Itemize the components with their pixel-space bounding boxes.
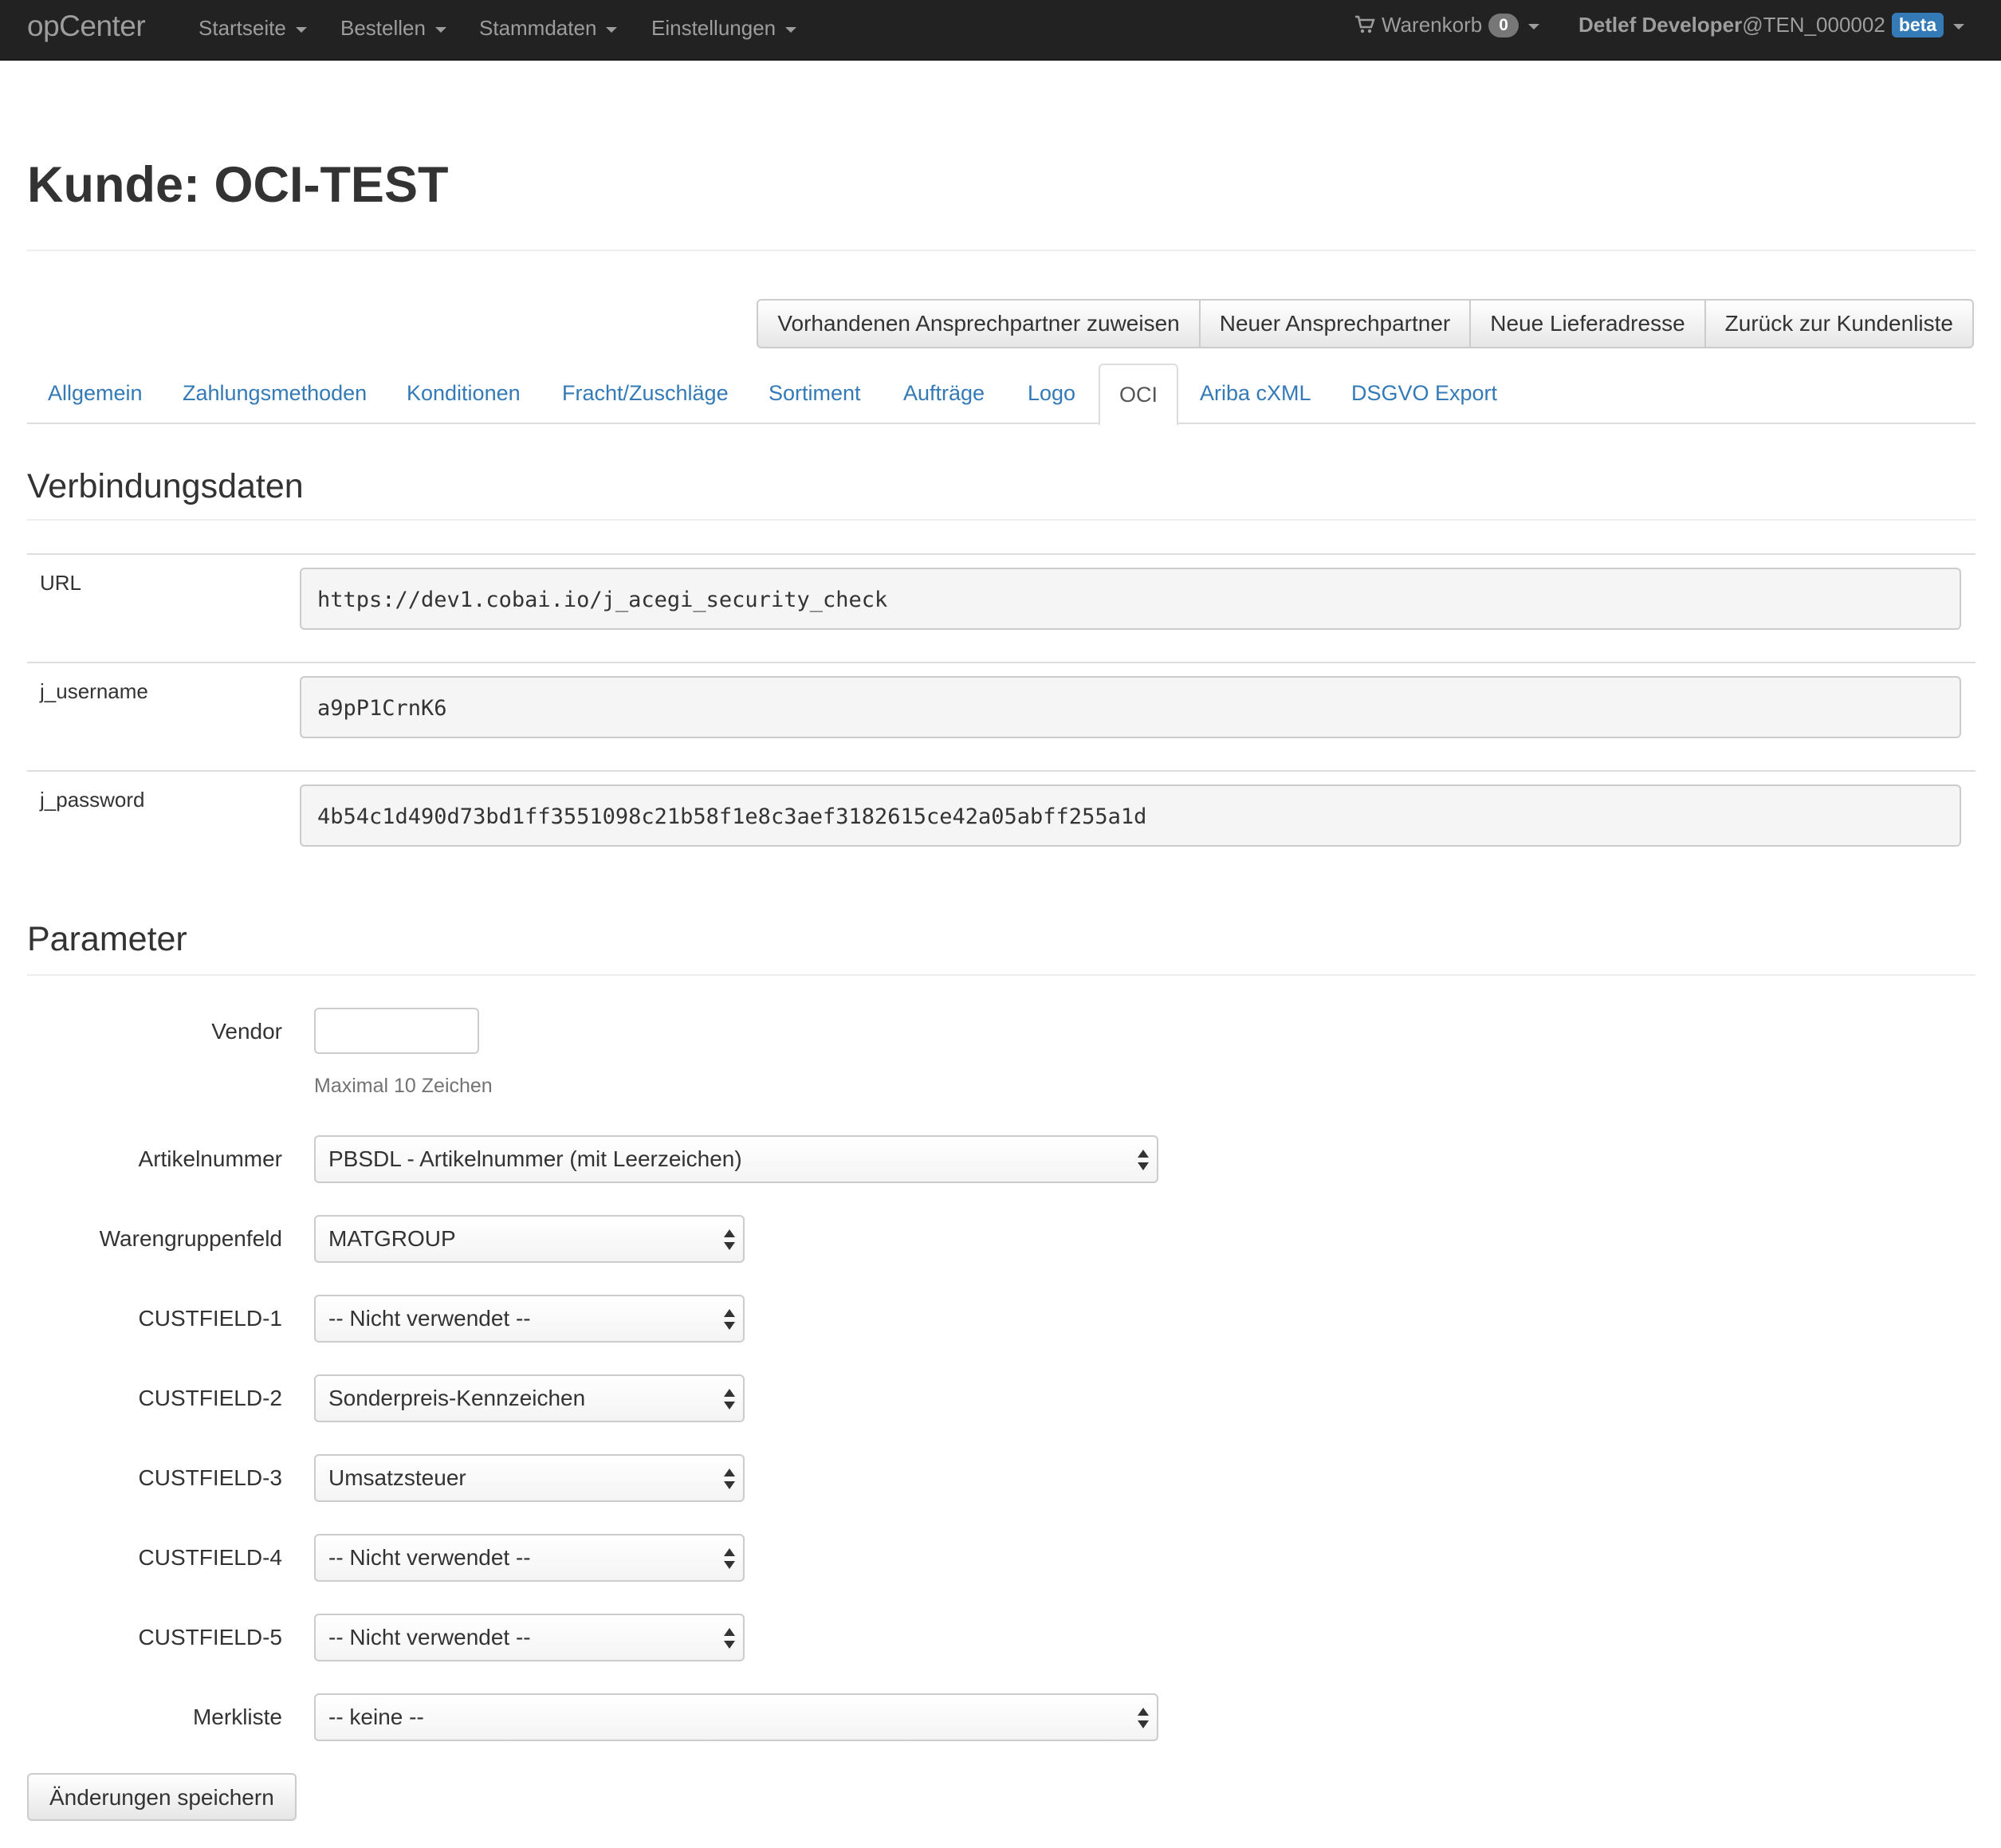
- chevron-down-icon: [434, 26, 446, 33]
- username-label: j_username: [40, 679, 148, 703]
- title-divider: [27, 250, 1975, 251]
- brand-logo[interactable]: opCenter: [27, 10, 146, 43]
- new-address-button[interactable]: Neue Lieferadresse: [1469, 301, 1704, 347]
- custfield-5-label: CUSTFIELD-5: [138, 1625, 282, 1649]
- tab-konditionen[interactable]: Konditionen: [407, 364, 521, 423]
- tab-logo[interactable]: Logo: [1028, 364, 1075, 423]
- tab-auftraege[interactable]: Aufträge: [903, 364, 985, 423]
- artikelnummer-label: Artikelnummer: [138, 1146, 282, 1171]
- custfield-1-label: CUSTFIELD-1: [138, 1306, 282, 1331]
- cart-menu[interactable]: Warenkorb 0: [1354, 13, 1539, 40]
- select-arrows-icon: [1138, 1706, 1149, 1730]
- custfield-4-label: CUSTFIELD-4: [138, 1545, 282, 1570]
- new-contact-button[interactable]: Neuer Ansprechpartner: [1198, 301, 1470, 347]
- parameters-heading: Parameter: [27, 920, 187, 958]
- nav-menu-label: Einstellungen: [651, 16, 776, 40]
- customer-tabs: Allgemein Zahlungsmethoden Konditionen F…: [27, 364, 1975, 426]
- select-arrows-icon: [724, 1228, 735, 1252]
- select-value: Sonderpreis-Kennzeichen: [328, 1386, 586, 1410]
- merkliste-select[interactable]: -- keine --: [314, 1693, 1158, 1741]
- custfield-2-select[interactable]: Sonderpreis-Kennzeichen: [314, 1374, 745, 1422]
- select-arrows-icon: [724, 1307, 735, 1331]
- custfield-1-select[interactable]: -- Nicht verwendet --: [314, 1295, 745, 1343]
- nav-menu-startseite[interactable]: Startseite: [199, 16, 307, 41]
- user-name: Detlef Developer: [1578, 13, 1743, 37]
- tab-dsgvo-export[interactable]: DSGVO Export: [1351, 364, 1497, 423]
- password-label: j_password: [40, 788, 145, 812]
- top-navbar: opCenter Startseite Bestellen Stammdaten…: [0, 0, 2001, 61]
- warengruppenfeld-label: Warengruppenfeld: [99, 1226, 282, 1251]
- custfield-3-select[interactable]: Umsatzsteuer: [314, 1454, 745, 1502]
- parameters-divider: [27, 974, 1975, 976]
- tab-oci[interactable]: OCI: [1099, 364, 1179, 426]
- select-arrows-icon: [1138, 1148, 1149, 1172]
- custfield-5-select[interactable]: -- Nicht verwendet --: [314, 1614, 745, 1661]
- connection-row-username: j_username a9pP1CrnK6: [27, 662, 1975, 770]
- chevron-down-icon: [1953, 23, 1965, 29]
- custfield-3-label: CUSTFIELD-3: [138, 1465, 282, 1490]
- nav-menu-label: Bestellen: [340, 16, 426, 40]
- nav-menu-label: Startseite: [199, 16, 286, 40]
- tab-fracht-zuschlaege[interactable]: Fracht/Zuschläge: [562, 364, 729, 423]
- vendor-label: Vendor: [211, 1019, 282, 1044]
- connection-heading: Verbindungsdaten: [27, 467, 304, 505]
- chevron-down-icon: [1527, 23, 1539, 29]
- artikelnummer-select[interactable]: PBSDL - Artikelnummer (mit Leerzeichen): [314, 1135, 1158, 1183]
- nav-menu-stammdaten[interactable]: Stammdaten: [479, 16, 618, 41]
- select-value: PBSDL - Artikelnummer (mit Leerzeichen): [328, 1146, 742, 1171]
- tab-ariba-cxml[interactable]: Ariba cXML: [1200, 364, 1311, 423]
- chevron-down-icon: [295, 26, 307, 33]
- tab-allgemein[interactable]: Allgemein: [48, 364, 143, 423]
- user-menu[interactable]: Detlef Developer@TEN_000002 beta: [1578, 13, 1965, 37]
- chevron-down-icon: [606, 26, 618, 33]
- vendor-help-text: Maximal 10 Zeichen: [314, 1075, 493, 1097]
- customer-action-buttons: Vorhandenen Ansprechpartner zuweisen Neu…: [757, 299, 1974, 348]
- custfield-2-label: CUSTFIELD-2: [138, 1386, 282, 1410]
- nav-menu-bestellen[interactable]: Bestellen: [340, 16, 446, 41]
- select-value: -- Nicht verwendet --: [328, 1306, 531, 1331]
- vendor-input[interactable]: [314, 1008, 479, 1054]
- select-value: -- keine --: [328, 1704, 424, 1729]
- connection-row-url: URL https://dev1.cobai.io/j_acegi_securi…: [27, 553, 1975, 662]
- select-arrows-icon: [724, 1387, 735, 1411]
- shopping-cart-icon: [1354, 15, 1375, 40]
- connection-divider: [27, 519, 1975, 521]
- cart-label: Warenkorb: [1382, 13, 1483, 37]
- select-value: -- Nicht verwendet --: [328, 1545, 531, 1570]
- username-field[interactable]: a9pP1CrnK6: [300, 676, 1961, 738]
- select-value: -- Nicht verwendet --: [328, 1625, 531, 1649]
- select-arrows-icon: [724, 1626, 735, 1650]
- select-arrows-icon: [724, 1547, 735, 1571]
- page-title: Kunde: OCI-TEST: [27, 157, 449, 213]
- user-tenant: @TEN_000002: [1742, 13, 1885, 37]
- url-label: URL: [40, 571, 82, 595]
- nav-menu-einstellungen[interactable]: Einstellungen: [651, 16, 797, 41]
- select-arrows-icon: [724, 1467, 735, 1491]
- assign-contact-button[interactable]: Vorhandenen Ansprechpartner zuweisen: [758, 301, 1198, 347]
- merkliste-label: Merkliste: [192, 1704, 282, 1729]
- chevron-down-icon: [785, 26, 797, 33]
- custfield-4-select[interactable]: -- Nicht verwendet --: [314, 1534, 745, 1582]
- beta-badge: beta: [1891, 13, 1944, 37]
- tab-zahlungsmethoden[interactable]: Zahlungsmethoden: [183, 364, 367, 423]
- select-value: Umsatzsteuer: [328, 1465, 466, 1490]
- tab-sortiment[interactable]: Sortiment: [769, 364, 861, 423]
- url-field[interactable]: https://dev1.cobai.io/j_acegi_security_c…: [300, 568, 1961, 630]
- cart-count-badge: 0: [1488, 14, 1519, 37]
- select-value: MATGROUP: [328, 1226, 456, 1251]
- back-to-list-button[interactable]: Zurück zur Kundenliste: [1704, 301, 1972, 347]
- password-field[interactable]: 4b54c1d490d73bd1ff3551098c21b58f1e8c3aef…: [300, 784, 1961, 847]
- connection-row-password: j_password 4b54c1d490d73bd1ff3551098c21b…: [27, 770, 1975, 879]
- nav-menu-label: Stammdaten: [479, 16, 597, 40]
- save-changes-button[interactable]: Änderungen speichern: [27, 1773, 297, 1821]
- warengruppenfeld-select[interactable]: MATGROUP: [314, 1215, 745, 1263]
